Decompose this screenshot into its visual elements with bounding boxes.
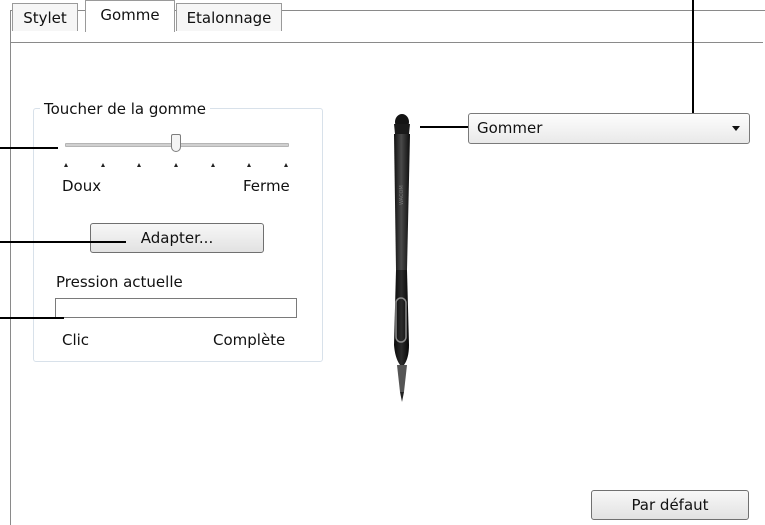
eraser-function-value: Gommer [477, 119, 543, 137]
callout-line-pressure [0, 317, 64, 319]
tab-gomme-label: Gomme [100, 6, 160, 24]
tab-gomme[interactable]: Gomme [85, 0, 175, 32]
default-button[interactable]: Par défaut [591, 490, 749, 520]
slider-tick [210, 163, 215, 167]
callout-line-feel [0, 147, 58, 149]
tab-stylet[interactable]: Stylet [12, 3, 78, 31]
callout-line-dropdown [692, 0, 694, 120]
slider-tick [137, 163, 142, 167]
slider-tick [247, 163, 252, 167]
slider-tick [64, 163, 68, 167]
current-pressure-label: Pression actuelle [56, 273, 183, 291]
default-button-label: Par défaut [631, 496, 709, 514]
slider-tick [100, 163, 105, 167]
pressure-min-label: Clic [62, 331, 90, 349]
adapt-button-label: Adapter... [140, 229, 214, 247]
tab-separator [11, 42, 763, 43]
slider-max-label: Ferme [243, 177, 290, 195]
eraser-function-dropdown[interactable]: Gommer [468, 113, 750, 144]
slider-min-label: Doux [62, 177, 102, 195]
pen-brand-text: WACOM [399, 185, 405, 205]
pressure-max-label: Complète [213, 331, 286, 349]
tab-etalonnage-label: Etalonnage [186, 9, 272, 27]
callout-line-pen [420, 126, 468, 128]
current-pressure-bar [55, 298, 297, 318]
slider-tick [174, 163, 178, 167]
eraser-feel-slider-thumb[interactable] [171, 134, 181, 152]
tab-etalonnage[interactable]: Etalonnage [176, 3, 282, 31]
chevron-down-icon [732, 126, 740, 131]
pen-icon: WACOM [394, 114, 410, 402]
eraser-feel-title: Toucher de la gomme [40, 100, 211, 118]
slider-tick [284, 163, 288, 167]
adapt-button[interactable]: Adapter... [90, 223, 264, 253]
callout-line-adapt [0, 241, 126, 243]
tab-stylet-label: Stylet [23, 9, 67, 27]
